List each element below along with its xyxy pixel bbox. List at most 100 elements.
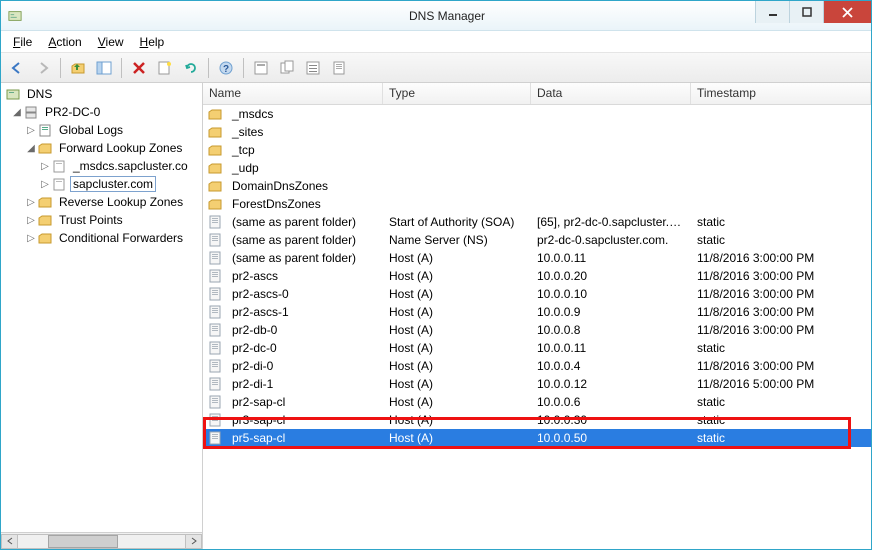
menu-help[interactable]: Help (132, 33, 173, 51)
cell-name: pr2-db-0 (226, 323, 383, 337)
tree-node-dns[interactable]: DNS (3, 85, 202, 103)
tree-horizontal-scrollbar[interactable] (1, 532, 202, 549)
record-row[interactable]: pr2-ascs-0Host (A)10.0.0.1011/8/2016 3:0… (203, 285, 871, 303)
cell-timestamp: static (691, 395, 871, 409)
record-row[interactable]: pr2-di-1Host (A)10.0.0.1211/8/2016 5:00:… (203, 375, 871, 393)
expand-icon[interactable]: ▷ (39, 179, 51, 190)
folder-row[interactable]: ForestDnsZones (203, 195, 871, 213)
folder-row[interactable]: _tcp (203, 141, 871, 159)
record-icon (207, 304, 223, 320)
column-header-type[interactable]: Type (383, 83, 531, 104)
scroll-track[interactable] (18, 534, 185, 549)
column-header-name[interactable]: Name (203, 83, 383, 104)
record-icon (207, 430, 223, 446)
record-row[interactable]: (same as parent folder)Name Server (NS)p… (203, 231, 871, 249)
help-button[interactable]: ? (214, 56, 238, 80)
tree-node-rev-zones[interactable]: ▷ Reverse Lookup Zones (3, 193, 202, 211)
refresh-button[interactable] (179, 56, 203, 80)
scroll-thumb[interactable] (48, 535, 118, 548)
forward-button[interactable] (31, 56, 55, 80)
tree-node-zone-sapcluster[interactable]: ▷ sapcluster.com (3, 175, 202, 193)
new-button[interactable] (153, 56, 177, 80)
scroll-right-icon[interactable] (185, 534, 202, 549)
cell-timestamp: 11/8/2016 3:00:00 PM (691, 359, 871, 373)
list-body[interactable]: _msdcs _sites _tcp_udpDomainDnsZonesForest… (203, 105, 871, 549)
expand-icon[interactable]: ▷ (39, 161, 51, 172)
folder-icon (37, 194, 53, 210)
cell-timestamp: 11/8/2016 3:00:00 PM (691, 305, 871, 319)
column-header-timestamp[interactable]: Timestamp (691, 83, 871, 104)
record-row[interactable]: pr2-ascsHost (A)10.0.0.2011/8/2016 3:00:… (203, 267, 871, 285)
window-title: DNS Manager (23, 9, 871, 23)
back-button[interactable] (5, 56, 29, 80)
tree-node-trust-points[interactable]: ▷ Trust Points (3, 211, 202, 229)
record-row[interactable]: (same as parent folder)Host (A)10.0.0.11… (203, 249, 871, 267)
cell-timestamp: static (691, 431, 871, 445)
toolbar-separator (208, 58, 209, 78)
tree-pane: DNS ◢ PR2-DC-0 ▷ Global Logs ◢ Forward L… (1, 83, 203, 549)
cell-data: 10.0.0.10 (531, 287, 691, 301)
cell-timestamp: static (691, 341, 871, 355)
cell-name: _msdcs (226, 107, 383, 121)
tree-node-server[interactable]: ◢ PR2-DC-0 (3, 103, 202, 121)
folder-row[interactable]: _msdcs (203, 105, 871, 123)
column-header-data[interactable]: Data (531, 83, 691, 104)
tree-label: Conditional Forwarders (56, 230, 186, 246)
scroll-left-icon[interactable] (1, 534, 18, 549)
close-button[interactable] (823, 1, 871, 23)
cell-data: 10.0.0.9 (531, 305, 691, 319)
tree-node-global-logs[interactable]: ▷ Global Logs (3, 121, 202, 139)
record-row[interactable]: pr2-db-0Host (A)10.0.0.811/8/2016 3:00:0… (203, 321, 871, 339)
menu-file[interactable]: File (5, 33, 40, 51)
cell-type: Name Server (NS) (383, 233, 531, 247)
cell-name: (same as parent folder) (226, 251, 383, 265)
record-row[interactable]: pr2-di-0Host (A)10.0.0.411/8/2016 3:00:0… (203, 357, 871, 375)
tree-label: DNS (24, 86, 55, 102)
toolbar-separator (243, 58, 244, 78)
cell-timestamp: 11/8/2016 3:00:00 PM (691, 269, 871, 283)
collapse-icon[interactable]: ◢ (11, 107, 23, 118)
record-row[interactable]: pr2-ascs-1Host (A)10.0.0.911/8/2016 3:00… (203, 303, 871, 321)
cell-name: pr2-ascs-1 (226, 305, 383, 319)
menu-view[interactable]: View (90, 33, 132, 51)
action-button-3[interactable] (301, 56, 325, 80)
menu-action[interactable]: Action (40, 33, 89, 51)
cell-type: Host (A) (383, 413, 531, 427)
expand-icon[interactable]: ▷ (25, 125, 37, 136)
expand-icon[interactable]: ▷ (25, 197, 37, 208)
maximize-button[interactable] (789, 1, 823, 23)
expand-icon[interactable]: ▷ (25, 215, 37, 226)
folder-row[interactable]: DomainDnsZones (203, 177, 871, 195)
record-icon (207, 322, 223, 338)
tree-node-fwd-zones[interactable]: ◢ Forward Lookup Zones (3, 139, 202, 157)
title-bar: DNS Manager (1, 1, 871, 31)
action-button-4[interactable] (327, 56, 351, 80)
zone-icon (51, 176, 67, 192)
up-folder-button[interactable] (66, 56, 90, 80)
record-row[interactable]: pr3-sap-clHost (A)10.0.0.30static (203, 411, 871, 429)
cell-timestamp: static (691, 413, 871, 427)
tree-node-zone-msdcs[interactable]: ▷ _msdcs.sapcluster.co (3, 157, 202, 175)
cell-name: pr2-di-1 (226, 377, 383, 391)
tree-node-cond-fwd[interactable]: ▷ Conditional Forwarders (3, 229, 202, 247)
show-hide-tree-button[interactable] (92, 56, 116, 80)
action-button-1[interactable] (249, 56, 273, 80)
record-row[interactable]: pr2-sap-clHost (A)10.0.0.6static (203, 393, 871, 411)
delete-button[interactable] (127, 56, 151, 80)
cell-name: _sites (226, 125, 383, 139)
folder-row[interactable]: _sites (203, 123, 871, 141)
cell-data: 10.0.0.6 (531, 395, 691, 409)
record-icon (207, 340, 223, 356)
folder-row[interactable]: _udp (203, 159, 871, 177)
record-row[interactable]: pr2-dc-0Host (A)10.0.0.11static (203, 339, 871, 357)
logs-icon (37, 122, 53, 138)
tree-scroll[interactable]: DNS ◢ PR2-DC-0 ▷ Global Logs ◢ Forward L… (1, 83, 202, 532)
record-row[interactable]: (same as parent folder)Start of Authorit… (203, 213, 871, 231)
collapse-icon[interactable]: ◢ (25, 143, 37, 154)
cell-type: Host (A) (383, 359, 531, 373)
action-button-2[interactable] (275, 56, 299, 80)
cell-type: Host (A) (383, 341, 531, 355)
expand-icon[interactable]: ▷ (25, 233, 37, 244)
minimize-button[interactable] (755, 1, 789, 23)
record-row[interactable]: pr5-sap-clHost (A)10.0.0.50static (203, 429, 871, 447)
